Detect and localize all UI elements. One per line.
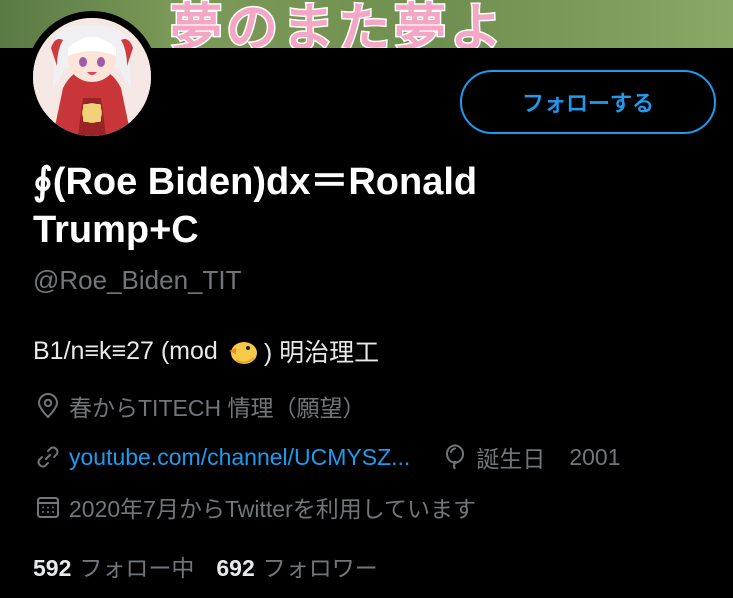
following-count: 592 bbox=[33, 555, 72, 581]
birthday-balloon-icon bbox=[440, 442, 470, 472]
banner-text: 夢のまた夢よ bbox=[168, 0, 507, 48]
location-icon bbox=[33, 391, 63, 421]
link-icon bbox=[33, 442, 63, 472]
follow-button[interactable]: フォローする bbox=[460, 70, 716, 134]
website-link[interactable]: youtube.com/channel/UCMYSZ... bbox=[69, 444, 410, 471]
following-stat[interactable]: 592 フォロー中 bbox=[33, 549, 194, 583]
followers-label: フォロワー bbox=[262, 555, 378, 581]
profile-name: ∮(Roe Biden)dx＝Ronald Trump+C bbox=[33, 161, 478, 251]
website-birthday-row: youtube.com/channel/UCMYSZ... 誕生日 2001 bbox=[33, 440, 621, 474]
bio-suffix: ) 明治理工 bbox=[263, 339, 380, 367]
profile-bio: B1/n≡k≡27 (mod ) 明治理工 bbox=[33, 333, 379, 369]
calendar-icon bbox=[33, 492, 63, 522]
followers-stat[interactable]: 692 フォロワー bbox=[216, 549, 377, 583]
profile-handle: @Roe_Biden_TIT bbox=[33, 265, 242, 295]
joined-text: 2020年7月からTwitterを利用しています bbox=[69, 496, 476, 522]
location-row: 春からTITECH 情理（願望） bbox=[33, 389, 365, 423]
birthday-label: 誕生日 bbox=[476, 446, 546, 472]
birthday: 誕生日 2001 bbox=[440, 440, 621, 474]
bio-prefix: B1/n≡k≡27 (mod bbox=[33, 336, 218, 365]
avatar-image bbox=[33, 18, 151, 136]
location-text: 春からTITECH 情理（願望） bbox=[69, 395, 366, 421]
followers-count: 692 bbox=[216, 555, 255, 581]
follow-stats: 592 フォロー中 692 フォロワー bbox=[33, 549, 400, 583]
following-label: フォロー中 bbox=[79, 555, 195, 581]
avatar[interactable] bbox=[26, 11, 158, 143]
birthday-year: 2001 bbox=[569, 443, 621, 470]
chick-emoji bbox=[226, 336, 260, 366]
joined-row: 2020年7月からTwitterを利用しています bbox=[33, 490, 476, 524]
